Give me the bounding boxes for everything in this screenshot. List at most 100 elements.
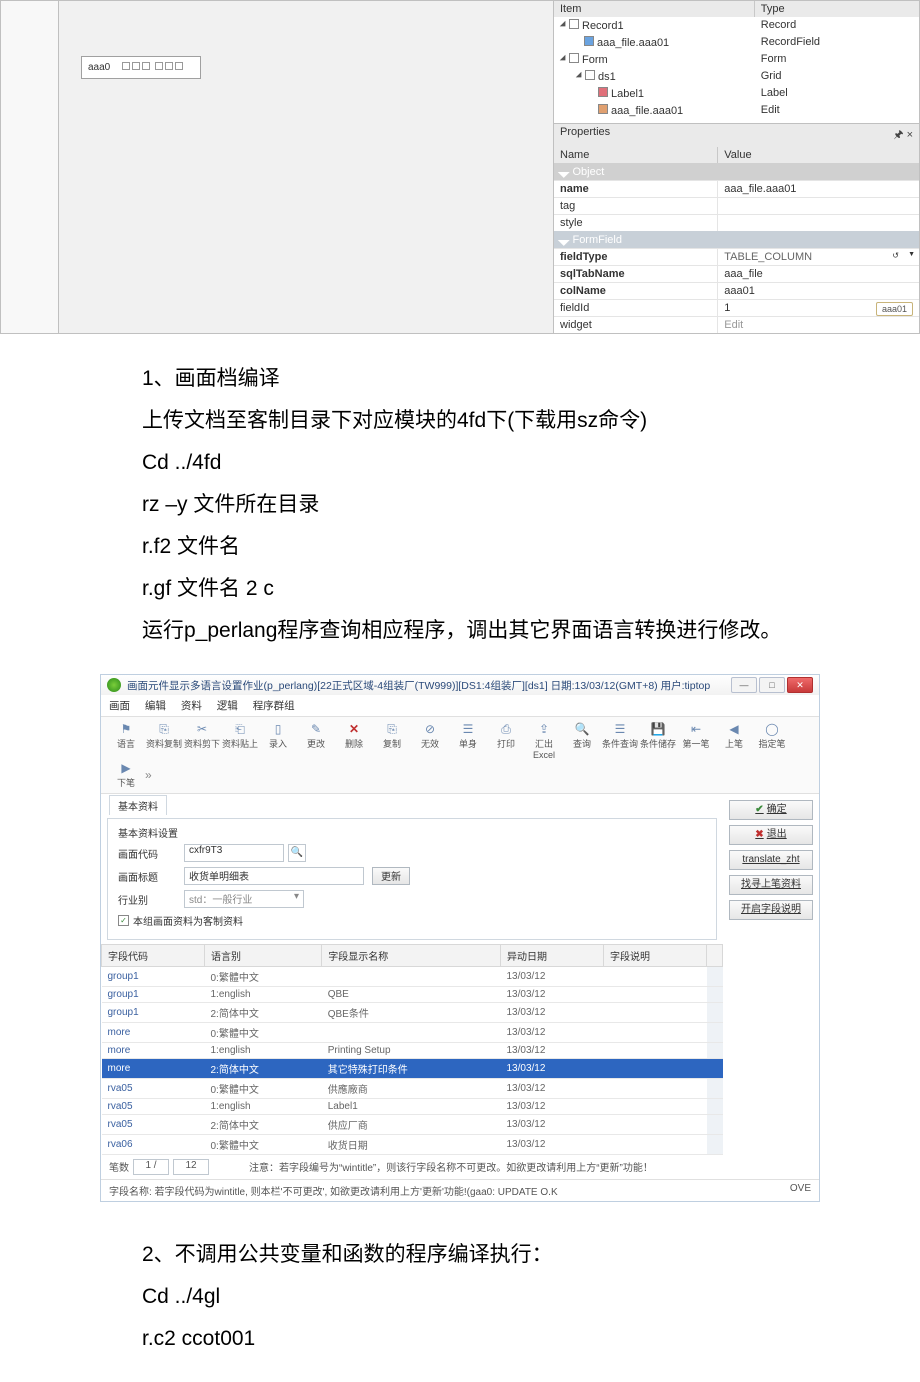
toolbar-button[interactable]: ☰条件查询 [601, 721, 639, 760]
prop-group-formfield[interactable]: ◢FormField [554, 231, 919, 248]
toolbar-button[interactable]: ⎘资料复制 [145, 721, 183, 760]
toolbar-button[interactable]: ◯指定笔 [753, 721, 791, 760]
chevron-down-icon: ▾ [294, 891, 299, 902]
tab-basic[interactable]: 基本资料 [109, 795, 167, 815]
toolbar-button[interactable]: ▯录入 [259, 721, 297, 760]
prop-row-widget[interactable]: widgetEdit [554, 316, 919, 333]
tree-row[interactable]: aaa_file.aaa01Edit [554, 102, 919, 119]
quit-button[interactable]: ✖退出 [729, 825, 813, 845]
tree-row[interactable]: FormForm [554, 51, 919, 68]
table-row[interactable]: group10:繁體中文13/03/12 [102, 967, 723, 987]
toolbar-label: 删除 [335, 737, 373, 750]
col-display[interactable]: 字段显示名称 [322, 945, 501, 967]
canvas-element[interactable]: aaa0 [81, 56, 201, 79]
toolbar-button[interactable]: ⎙打印 [487, 721, 525, 760]
nav-label: 笔数 [109, 1159, 129, 1175]
document-body-2: 2、不调用公共变量和函数的程序编译执行： Cd ../4gl r.c2 ccot… [0, 1224, 920, 1382]
last-record-button[interactable]: 找寻上笔资料 [729, 875, 813, 895]
toolbar-button[interactable]: ◀上笔 [715, 721, 753, 760]
prop-group-object[interactable]: ◢Object [554, 163, 919, 180]
table-row[interactable]: rva052:简体中文供应厂商13/03/12 [102, 1115, 723, 1135]
para-7: 运行p_perlang程序查询相应程序，调出其它界面语言转换进行修改。 [100, 610, 850, 652]
table-header-row: 字段代码 语言别 字段显示名称 异动日期 字段说明 [102, 945, 723, 967]
toolbar-button[interactable]: ✕删除 [335, 721, 373, 760]
toolbar-button[interactable]: ⎗资料贴上 [221, 721, 259, 760]
col-lang[interactable]: 语言别 [204, 945, 321, 967]
status-bar: 字段名称: 若字段代码为wintitle, 则本栏'不可更改', 如欲更改请利用… [101, 1179, 819, 1201]
toolbar-button[interactable]: ⚑语言 [107, 721, 145, 760]
prop-row-tag[interactable]: tag [554, 197, 919, 214]
toolbar-button[interactable]: ▶下笔 [107, 760, 145, 789]
nav-pos-input[interactable]: 1 / [133, 1159, 169, 1175]
tree-row[interactable]: Label1Label [554, 85, 919, 102]
translate-button[interactable]: translate_zht [729, 850, 813, 870]
basic-group: 基本资料设置 画面代码 cxfr9T3 🔍 画面标题 收货单明细表 更新 行业别… [107, 818, 717, 940]
para-1: 1、画面档编译 [100, 358, 850, 400]
industry-select[interactable]: std：一般行业 ▾ [184, 890, 304, 908]
col-fieldcode[interactable]: 字段代码 [102, 945, 205, 967]
toolbar-button[interactable]: ⎘复制 [373, 721, 411, 760]
pin-icon[interactable]: 🖈 × [893, 126, 913, 145]
table-row[interactable]: group12:简体中文QBE条件13/03/12 [102, 1003, 723, 1023]
table-row[interactable]: more0:繁體中文13/03/12 [102, 1023, 723, 1043]
structure-tree[interactable]: Item Type Record1Record aaa_file.aaa01Re… [554, 1, 919, 124]
toolbar-icon: ☰ [449, 721, 487, 737]
col-date[interactable]: 异动日期 [501, 945, 604, 967]
maximize-button[interactable]: □ [759, 677, 785, 693]
hint-badge: aaa01 [876, 302, 913, 316]
tree-row[interactable]: ds1Grid [554, 68, 919, 85]
table-row[interactable]: rva051:englishLabel113/03/12 [102, 1099, 723, 1115]
toolbar-label: 指定笔 [753, 737, 791, 750]
open-help-button[interactable]: 开启字段说明 [729, 900, 813, 920]
table-row[interactable]: more2:简体中文其它特殊打印条件13/03/12 [102, 1059, 723, 1079]
close-button[interactable]: ✕ [787, 677, 813, 693]
expand-icon [560, 21, 568, 29]
toolbar-button[interactable]: ⇪汇出Excel [525, 721, 563, 760]
design-canvas: aaa0 [59, 1, 554, 333]
minimize-button[interactable]: — [731, 677, 757, 693]
prop-row-name[interactable]: nameaaa_file.aaa01 [554, 180, 919, 197]
prop-row-colname[interactable]: colNameaaa01 [554, 282, 919, 299]
toolbar-button[interactable]: ✂资料剪下 [183, 721, 221, 760]
toolbar-button[interactable]: ✎更改 [297, 721, 335, 760]
prop-row-style[interactable]: style [554, 214, 919, 231]
menu-item[interactable]: 逻辑 [217, 700, 238, 712]
prop-row-fieldid[interactable]: fieldId1aaa01 [554, 299, 919, 316]
toolbar-icon: ⊘ [411, 721, 449, 737]
properties-title: Properties🖈 × [554, 124, 919, 147]
table-row[interactable]: rva050:繁體中文供應廠商13/03/12 [102, 1079, 723, 1099]
menu-item[interactable]: 资料 [181, 700, 202, 712]
toolbar-button[interactable]: ⇤第一笔 [677, 721, 715, 760]
code-input[interactable]: cxfr9T3 [184, 844, 284, 862]
custom-checkbox-label: 本组画面资料为客制资料 [133, 913, 243, 928]
title-input[interactable]: 收货单明细表 [184, 867, 364, 885]
toolbar-icon: ⎘ [373, 721, 411, 737]
dropdown-icon[interactable]: ▼ [908, 251, 915, 258]
search-icon[interactable]: 🔍 [288, 844, 306, 862]
toolbar-button[interactable]: ⊘无效 [411, 721, 449, 760]
toolbar-label: 语言 [107, 737, 145, 750]
menu-item[interactable]: 编辑 [145, 700, 166, 712]
toolbar-icon: ☰ [601, 721, 639, 737]
tree-row[interactable]: aaa_file.aaa01RecordField [554, 34, 919, 51]
table-row[interactable]: more1:englishPrinting Setup13/03/12 [102, 1043, 723, 1059]
toolbar-button[interactable]: ☰单身 [449, 721, 487, 760]
table-row[interactable]: rva060:繁體中文收货日期13/03/12 [102, 1135, 723, 1155]
label-icon [598, 87, 608, 97]
menu-item[interactable]: 程序群组 [253, 700, 295, 712]
revert-icon[interactable]: ↺ [892, 251, 899, 260]
toolbar-overflow[interactable]: » [145, 760, 163, 789]
toolbar-button[interactable]: 🔍查询 [563, 721, 601, 760]
group-title: 基本资料设置 [118, 825, 706, 840]
form-designer-figure: aaa0 Item Type Record1Record aaa_file.aa… [0, 0, 920, 334]
custom-checkbox[interactable]: ✓ [118, 915, 129, 926]
menu-item[interactable]: 画面 [109, 700, 130, 712]
col-desc[interactable]: 字段说明 [603, 945, 706, 967]
table-row[interactable]: group11:englishQBE13/03/12 [102, 987, 723, 1003]
prop-row-fieldtype[interactable]: fieldTypeTABLE_COLUMN▼↺ [554, 248, 919, 265]
prop-row-sqltabname[interactable]: sqlTabNameaaa_file [554, 265, 919, 282]
update-button[interactable]: 更新 [372, 867, 410, 885]
tree-row[interactable]: Record1Record [554, 17, 919, 34]
toolbar-button[interactable]: 💾条件储存 [639, 721, 677, 760]
ok-button[interactable]: ✔确定 [729, 800, 813, 820]
